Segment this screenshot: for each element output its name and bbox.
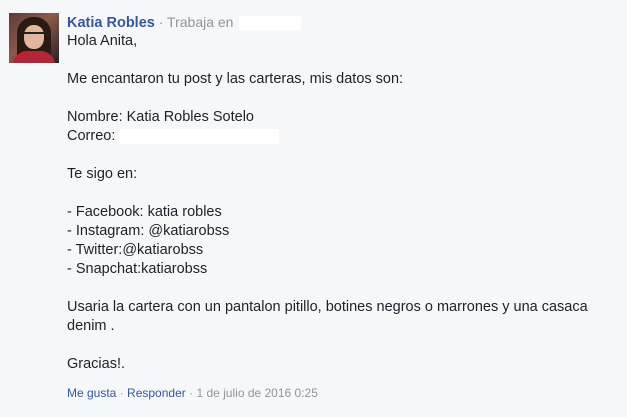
timestamp-link[interactable]: 1 de julio de 2016 0:25 bbox=[196, 386, 317, 400]
author-name-link[interactable]: Katia Robles bbox=[67, 15, 155, 31]
comment-footer: Me gusta · Responder · 1 de julio de 201… bbox=[67, 385, 318, 401]
comment-line: denim . bbox=[67, 318, 115, 334]
like-link[interactable]: Me gusta bbox=[67, 386, 116, 400]
comment-body: Hola Anita, Me encantaron tu post y las … bbox=[67, 32, 617, 374]
redacted-workplace bbox=[239, 16, 302, 31]
avatar[interactable] bbox=[9, 13, 59, 63]
comment: Katia Robles · Trabaja en Hola Anita, Me… bbox=[0, 0, 627, 417]
comment-line: - Snapchat:katiarobss bbox=[67, 261, 208, 277]
avatar-glasses bbox=[23, 32, 45, 37]
comment-content: Katia Robles · Trabaja en Hola Anita, Me… bbox=[67, 12, 617, 374]
email-label: Correo: bbox=[67, 128, 116, 144]
footer-separator: · bbox=[119, 386, 124, 400]
works-at-label: Trabaja en bbox=[167, 14, 234, 30]
comment-line: - Facebook: katia robles bbox=[67, 204, 222, 220]
comment-line: Nombre: Katia Robles Sotelo bbox=[67, 109, 254, 125]
comment-line: Gracias!. bbox=[67, 356, 126, 372]
footer-separator: · bbox=[189, 386, 194, 400]
comment-line: Usaria la cartera con un pantalon pitill… bbox=[67, 299, 588, 315]
comment-line: - Instagram: @katiarobss bbox=[67, 223, 230, 239]
comment-line: Hola Anita, bbox=[67, 33, 138, 49]
header-separator: · bbox=[158, 14, 164, 30]
avatar-face bbox=[24, 25, 44, 49]
reply-link[interactable]: Responder bbox=[127, 386, 186, 400]
comment-line: - Twitter:@katiarobss bbox=[67, 242, 204, 258]
comment-header: Katia Robles · Trabaja en bbox=[67, 12, 617, 32]
redacted-email bbox=[119, 128, 280, 144]
comment-line: Te sigo en: bbox=[67, 166, 138, 182]
avatar-shirt bbox=[13, 51, 55, 63]
email-line: Correo: bbox=[67, 127, 617, 146]
comment-line: Me encantaron tu post y las carteras, mi… bbox=[67, 71, 404, 87]
